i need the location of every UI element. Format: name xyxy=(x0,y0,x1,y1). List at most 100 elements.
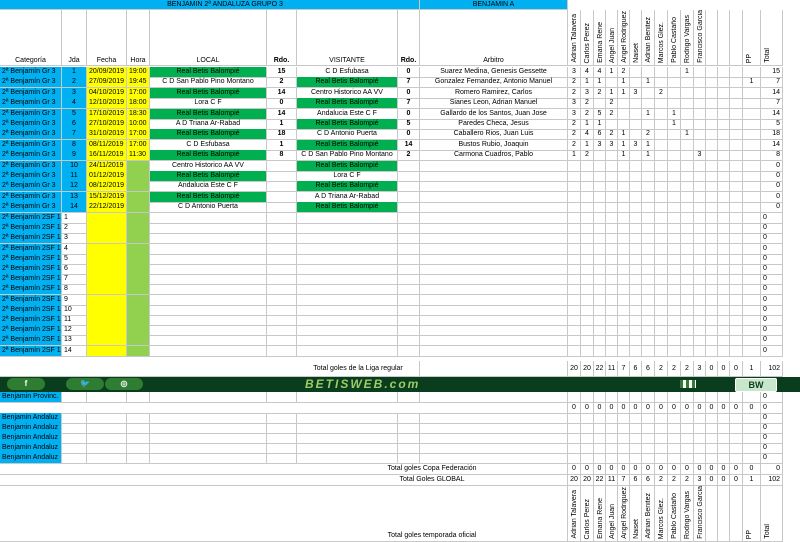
player-goals[interactable] xyxy=(630,129,642,140)
copa-total-value[interactable]: 0 xyxy=(642,464,655,475)
copa-total-value[interactable]: 0 xyxy=(761,464,783,475)
col-local[interactable]: LOCAL xyxy=(150,56,267,66)
match-local[interactable]: Lora C F xyxy=(150,98,267,109)
player-goals[interactable]: 2 xyxy=(568,129,581,140)
phase2-goal-cell[interactable] xyxy=(730,233,743,244)
andaluz-cell[interactable] xyxy=(420,453,568,464)
provincial-goal-cell[interactable] xyxy=(618,392,630,403)
match-local[interactable]: C D Antonio Puerta xyxy=(150,202,267,213)
match-categoria[interactable]: 2ª Benjamín Gr 3 xyxy=(0,98,62,109)
provincial-cell[interactable] xyxy=(297,392,398,403)
phase2-fecha[interactable] xyxy=(87,346,127,357)
phase2-goal-cell[interactable] xyxy=(642,233,655,244)
player-goals[interactable]: 2 xyxy=(568,77,581,88)
phase2-goal-cell[interactable] xyxy=(606,346,618,357)
player-goals[interactable] xyxy=(655,150,668,161)
andaluz-goal-cell[interactable] xyxy=(694,453,706,464)
match-rdo-visit[interactable] xyxy=(398,181,420,192)
player-goals[interactable]: 2 xyxy=(606,129,618,140)
phase2-goal-cell[interactable] xyxy=(743,233,761,244)
provincial-goal-cell[interactable] xyxy=(743,392,761,403)
andaluz-cell[interactable] xyxy=(62,453,87,464)
player-goals[interactable] xyxy=(668,181,681,192)
andaluz-goal-cell[interactable] xyxy=(630,453,642,464)
player-goals[interactable] xyxy=(730,98,743,109)
player-goals[interactable]: 1 xyxy=(568,150,581,161)
phase2-fecha[interactable] xyxy=(87,335,127,346)
player-goals[interactable]: 8 xyxy=(761,150,783,161)
player-header[interactable]: Francisco Garcia xyxy=(694,10,706,66)
player-goals[interactable] xyxy=(606,181,618,192)
player-header[interactable]: Marcos Glez. xyxy=(655,10,668,66)
provincial-goal-cell[interactable] xyxy=(568,392,581,403)
player-goals[interactable]: 4 xyxy=(581,129,594,140)
player-goals[interactable] xyxy=(668,202,681,213)
match-visitante[interactable]: Real Betis Balompié xyxy=(297,181,398,192)
player-header[interactable] xyxy=(718,10,730,66)
match-local[interactable]: Andalucia Este C F xyxy=(150,181,267,192)
phase2-goal-cell[interactable] xyxy=(694,346,706,357)
player-header[interactable]: Emana Rene xyxy=(594,10,606,66)
match-rdo-visit[interactable] xyxy=(398,202,420,213)
league-total-row[interactable] xyxy=(0,361,568,377)
phase2-goal-cell[interactable] xyxy=(655,284,668,295)
match-hora[interactable] xyxy=(127,181,150,192)
player-goals[interactable] xyxy=(706,129,718,140)
phase2-total[interactable]: 0 xyxy=(761,284,783,295)
match-local[interactable]: Real Betis Balompié xyxy=(150,129,267,140)
phase2-visitante[interactable] xyxy=(297,233,398,244)
phase2-arbitro[interactable] xyxy=(420,346,568,357)
player-footer[interactable]: Naiset xyxy=(630,486,642,542)
phase2-goal-cell[interactable] xyxy=(655,346,668,357)
match-categoria[interactable]: 2ª Benjamín Gr 3 xyxy=(0,150,62,161)
phase2-local[interactable] xyxy=(150,346,267,357)
phase2-goal-cell[interactable] xyxy=(718,284,730,295)
phase2-rdo[interactable] xyxy=(267,335,297,346)
league-total-value[interactable]: 1 xyxy=(743,361,761,377)
phase2-goal-cell[interactable] xyxy=(730,284,743,295)
player-goals[interactable] xyxy=(655,181,668,192)
andaluz-cell[interactable] xyxy=(267,453,297,464)
andaluz-cell[interactable] xyxy=(87,453,127,464)
player-goals[interactable] xyxy=(642,202,655,213)
global-total-value[interactable]: 7 xyxy=(618,475,630,486)
league-total-value[interactable]: 102 xyxy=(761,361,783,377)
andaluz-goal-cell[interactable] xyxy=(642,453,655,464)
phase2-goal-cell[interactable] xyxy=(581,233,594,244)
phase2-hora[interactable] xyxy=(127,284,150,295)
copa-total-value[interactable]: 0 xyxy=(618,464,630,475)
match-hora[interactable] xyxy=(127,202,150,213)
phase2-goal-cell[interactable] xyxy=(706,335,718,346)
league-total-value[interactable]: 6 xyxy=(630,361,642,377)
player-footer[interactable]: Adrian Talavera xyxy=(568,486,581,542)
player-header[interactable]: Total xyxy=(761,10,783,66)
player-goals[interactable]: 2 xyxy=(581,98,594,109)
player-goals[interactable] xyxy=(668,77,681,88)
player-goals[interactable] xyxy=(681,181,694,192)
phase2-goal-cell[interactable] xyxy=(568,233,581,244)
phase2-goal-cell[interactable] xyxy=(655,335,668,346)
phase2-goal-cell[interactable] xyxy=(743,284,761,295)
league-total-value[interactable]: 0 xyxy=(706,361,718,377)
phase2-goal-cell[interactable] xyxy=(694,335,706,346)
player-goals[interactable] xyxy=(730,181,743,192)
match-rdo-local[interactable]: 8 xyxy=(267,150,297,161)
player-goals[interactable] xyxy=(743,150,761,161)
league-total-value[interactable]: 22 xyxy=(594,361,606,377)
player-goals[interactable] xyxy=(642,181,655,192)
phase2-goal-cell[interactable] xyxy=(581,284,594,295)
provincial-goal-cell[interactable] xyxy=(681,392,694,403)
league-total-value[interactable]: 6 xyxy=(642,361,655,377)
copa-total-value[interactable]: 0 xyxy=(655,464,668,475)
andaluz-goal-cell[interactable] xyxy=(581,453,594,464)
phase2-arbitro[interactable] xyxy=(420,335,568,346)
provincial-goal-cell[interactable] xyxy=(694,392,706,403)
provincial-cell[interactable] xyxy=(62,392,87,403)
match-rdo-visit[interactable]: 2 xyxy=(398,150,420,161)
player-goals[interactable] xyxy=(568,181,581,192)
league-total-value[interactable]: 2 xyxy=(655,361,668,377)
phase2-goal-cell[interactable] xyxy=(606,233,618,244)
phase2-visitante[interactable] xyxy=(297,284,398,295)
phase2-goal-cell[interactable] xyxy=(642,346,655,357)
phase2-total[interactable]: 0 xyxy=(761,346,783,357)
